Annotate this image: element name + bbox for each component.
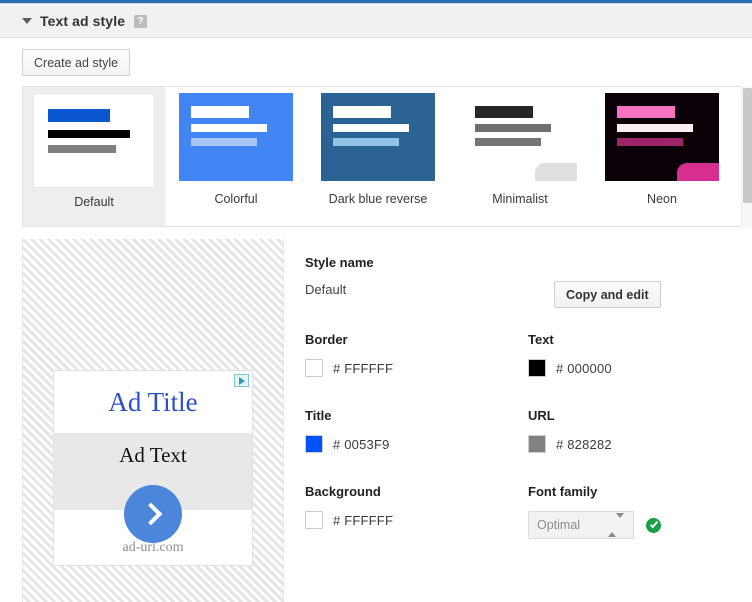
- title-label: Title: [305, 408, 332, 423]
- thumbnail-corner-fold: [677, 163, 719, 181]
- thumbnail-preview: [605, 93, 719, 181]
- thumbnail-label: Default: [74, 195, 114, 209]
- create-ad-style-button[interactable]: Create ad style: [22, 49, 131, 76]
- check-circle-icon: [646, 517, 661, 533]
- copy-and-edit-button[interactable]: Copy and edit: [554, 281, 661, 308]
- style-detail-area: Ad Title Ad Text ad-url.com Style name D…: [0, 239, 752, 602]
- border-color-swatch[interactable]: [305, 359, 323, 377]
- thumbnail-bar: [617, 124, 693, 132]
- thumbnail-label: Colorful: [214, 192, 258, 206]
- background-hex-value: # FFFFFF: [333, 512, 394, 528]
- thumbnail-corner-fold: [535, 163, 577, 181]
- thumbnail-label: Dark blue reverse: [328, 192, 428, 206]
- thumbnail-scrollbar[interactable]: [741, 86, 752, 227]
- thumbnail-bar: [48, 145, 116, 153]
- ad-style-thumbnail[interactable]: Minimalist: [449, 87, 591, 226]
- thumbnail-bar: [191, 138, 257, 146]
- ad-preview-pane: Ad Title Ad Text ad-url.com: [22, 239, 283, 602]
- thumbnail-bar: [333, 138, 399, 146]
- thumbnail-bar: [475, 124, 551, 132]
- url-hex-value: # 828282: [556, 436, 612, 452]
- page-title: Text ad style: [40, 13, 126, 29]
- section-header: Text ad style ?: [0, 5, 752, 38]
- thumbnail-bar: [333, 124, 409, 132]
- thumbnail-preview: [463, 93, 577, 181]
- thumbnail-bar: [617, 138, 683, 146]
- thumbnail-bar: [617, 106, 675, 118]
- thumbnail-bar: [48, 130, 130, 138]
- url-color-swatch[interactable]: [528, 435, 546, 453]
- thumbnail-bar: [191, 106, 249, 118]
- thumbnail-bar: [475, 106, 533, 118]
- font-family-group: Font family Optimal: [528, 484, 661, 539]
- ad-title-text: Ad Title: [108, 386, 198, 417]
- style-name-group: Style name Default: [305, 255, 374, 297]
- ad-body-text: Ad Text: [119, 443, 187, 467]
- thumbnail-bar: [191, 124, 267, 132]
- help-icon[interactable]: ?: [134, 14, 148, 28]
- stepper-arrows-icon[interactable]: [608, 513, 624, 537]
- thumbnail-preview: [179, 93, 293, 181]
- background-label: Background: [305, 484, 381, 499]
- font-family-selected-value: Optimal: [537, 518, 581, 532]
- border-hex-value: # FFFFFF: [333, 360, 394, 376]
- thumbnail-label: Neon: [647, 192, 677, 206]
- top-accent-bar: [0, 0, 752, 4]
- title-color-group: Title # 0053F9: [305, 408, 390, 453]
- thumbnail-bar: [333, 106, 391, 118]
- adchoices-icon[interactable]: [234, 374, 249, 387]
- title-hex-value: # 0053F9: [333, 436, 390, 452]
- border-color-group: Border # FFFFFF: [305, 332, 393, 377]
- ad-preview: Ad Title Ad Text ad-url.com: [53, 370, 253, 566]
- ad-style-thumbnail-strip: Default Colorful Dark blue reverse Minimali…: [22, 86, 751, 227]
- border-label: Border: [305, 332, 348, 347]
- url-color-group: URL # 828282: [528, 408, 612, 453]
- style-name-label: Style name: [305, 255, 374, 270]
- chevron-right-icon[interactable]: [124, 485, 182, 543]
- thumbnail-preview: [321, 93, 435, 181]
- title-color-swatch[interactable]: [305, 435, 323, 453]
- text-color-swatch[interactable]: [528, 359, 546, 377]
- ad-style-thumbnail[interactable]: Default: [23, 87, 165, 226]
- ad-style-thumbnail[interactable]: Colorful: [165, 87, 307, 226]
- text-ad-style-page: Text ad style ? Create ad style Default C…: [0, 0, 752, 602]
- thumbnail-bar: [48, 109, 110, 122]
- triangle-down-icon[interactable]: [22, 18, 32, 24]
- ad-url-text: ad-url.com: [122, 540, 184, 555]
- background-color-swatch[interactable]: [305, 511, 323, 529]
- ad-style-thumbnail[interactable]: Dark blue reverse: [307, 87, 449, 226]
- ad-style-thumbnail[interactable]: Neon: [591, 87, 733, 226]
- style-properties-form: Style name Default Copy and edit Border …: [283, 239, 752, 602]
- background-color-group: Background # FFFFFF: [305, 484, 393, 529]
- url-label: URL: [528, 408, 555, 423]
- text-color-group: Text # 000000: [528, 332, 612, 377]
- font-family-label: Font family: [528, 484, 598, 499]
- thumbnail-preview: [33, 93, 155, 188]
- thumbnail-bar: [475, 138, 541, 146]
- text-hex-value: # 000000: [556, 360, 612, 376]
- thumbnail-label: Minimalist: [492, 192, 548, 206]
- font-family-select[interactable]: Optimal: [528, 511, 634, 539]
- scrollbar-thumb[interactable]: [743, 88, 752, 203]
- text-label: Text: [528, 332, 554, 347]
- style-name-value: Default: [305, 282, 347, 297]
- ad-title-zone: Ad Title: [54, 371, 252, 433]
